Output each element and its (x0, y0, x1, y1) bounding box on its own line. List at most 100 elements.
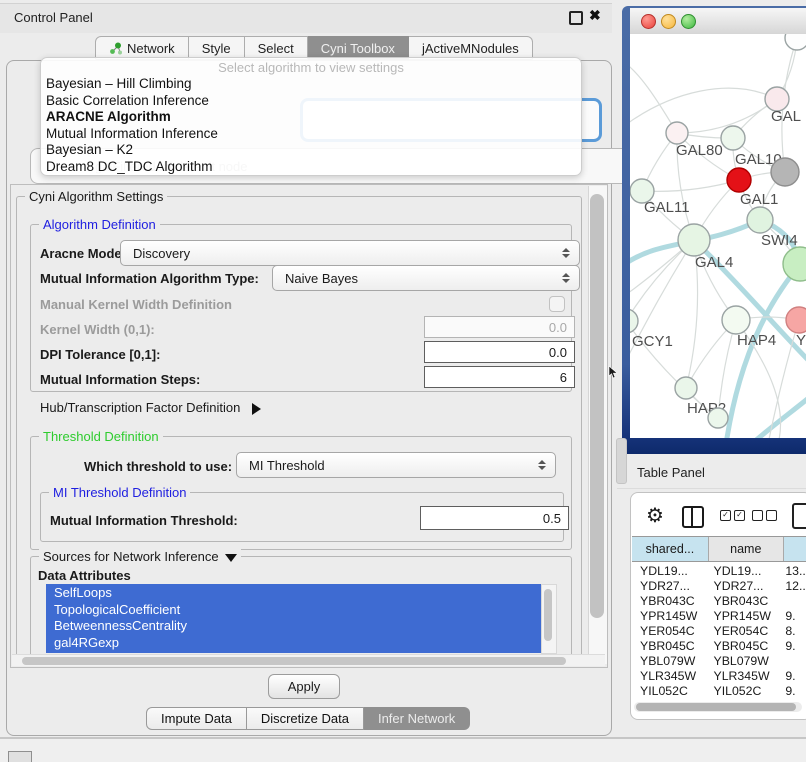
table-hscroll-thumb[interactable] (636, 703, 796, 711)
bottom-tab-impute-data[interactable]: Impute Data (146, 707, 247, 730)
network-node-gal10[interactable] (721, 126, 745, 150)
apply-button[interactable]: Apply (268, 674, 340, 699)
data-attribute-item[interactable]: gal4RGexp (54, 635, 548, 652)
attr-list-scrollbar-thumb[interactable] (544, 589, 552, 641)
network-node-gal80[interactable] (666, 122, 688, 144)
network-node[interactable] (708, 408, 728, 428)
bottom-tab-infer-network[interactable]: Infer Network (364, 707, 470, 730)
network-node[interactable] (785, 34, 806, 50)
table-cell: YDR27... (706, 579, 778, 594)
manual-kernel-checkbox[interactable] (549, 296, 565, 312)
kernel-width-field[interactable]: 0.0 (424, 316, 575, 338)
network-node-gcy1[interactable] (630, 309, 638, 333)
algorithm-menu-item[interactable]: Basic Correlation Inference (46, 93, 576, 110)
aracne-mode-combo[interactable]: Discovery (120, 240, 580, 266)
network-node-hap2[interactable] (675, 377, 697, 399)
network-edge[interactable] (642, 180, 739, 191)
which-threshold-combo[interactable]: MI Threshold (236, 452, 556, 478)
collapse-down-icon[interactable] (225, 554, 237, 562)
kernel-width-value: 0.0 (549, 320, 567, 335)
expand-right-icon[interactable] (252, 403, 261, 415)
network-node-label: GAL1 (740, 191, 778, 208)
network-node[interactable] (783, 247, 806, 281)
bottom-left-widget[interactable] (8, 751, 32, 762)
table-row[interactable]: YBR043CYBR043C (632, 594, 806, 609)
table-cell (777, 594, 806, 609)
network-edge[interactable] (630, 62, 677, 133)
algorithm-menu-item[interactable]: Bayesian – K2 (46, 142, 576, 159)
network-node-swi4[interactable] (747, 207, 773, 233)
mouse-cursor (608, 366, 618, 379)
deselect-all-checkboxes-icon[interactable] (752, 510, 777, 521)
network-window-titlebar[interactable] (630, 8, 806, 35)
panel-divider-handle[interactable] (616, 438, 627, 484)
table-cell: 12... (777, 579, 806, 594)
dpi-tolerance-label: DPI Tolerance [0,1]: (40, 347, 160, 362)
close-traffic-light-icon[interactable] (641, 14, 656, 29)
settings-horizontal-scrollbar[interactable] (12, 654, 605, 666)
table-cell: YBL079W (632, 654, 706, 669)
mi-threshold-field[interactable]: 0.5 (420, 506, 569, 530)
table-row[interactable]: YDL19...YDL19...13... (632, 564, 806, 579)
network-canvas[interactable]: GALGAL80GAL10GAL1GAL11SWI4GAL4GCY1HAP4YH… (630, 34, 806, 438)
network-node[interactable] (771, 158, 799, 186)
data-attribute-item[interactable]: TopologicalCoefficient (54, 602, 548, 619)
mi-threshold-label: Mutual Information Threshold: (50, 513, 238, 528)
data-attribute-item[interactable]: BetweennessCentrality (54, 618, 548, 635)
table-cell: YPR145W (632, 609, 706, 624)
hub-definition-toggle[interactable]: Hub/Transcription Factor Definition (40, 400, 261, 415)
columns-icon[interactable] (682, 506, 704, 528)
network-node-gal4[interactable] (678, 224, 710, 256)
column-header[interactable]: shared... (632, 537, 709, 561)
bottom-tab-discretize-data[interactable]: Discretize Data (247, 707, 364, 730)
mi-steps-field[interactable]: 6 (424, 366, 575, 388)
table-panel-title: Table Panel (637, 465, 705, 480)
zoom-traffic-light-icon[interactable] (681, 14, 696, 29)
network-node-y[interactable] (786, 307, 806, 333)
cyni-bottom-tabs: Impute DataDiscretize DataInfer Network (146, 707, 470, 730)
table-horizontal-scrollbar[interactable] (634, 702, 802, 712)
table-cell: 13... (777, 564, 806, 579)
table-row[interactable]: YIL052CYIL052C9. (632, 684, 806, 699)
network-edge-thick[interactable] (738, 392, 806, 438)
data-attributes-label: Data Attributes (38, 568, 131, 583)
network-icon (109, 42, 122, 55)
network-node-hap4[interactable] (722, 306, 750, 334)
column-header[interactable] (784, 537, 806, 561)
aracne-mode-label: Aracne Mode: (40, 246, 126, 261)
mi-type-combo[interactable]: Naive Bayes (272, 265, 580, 291)
table-row[interactable]: YDR27...YDR27...12... (632, 579, 806, 594)
algorithm-menu-item[interactable]: Dream8 DC_TDC Algorithm (46, 159, 576, 176)
mi-threshold-value: 0.5 (543, 511, 561, 526)
dpi-tolerance-field[interactable]: 0.0 (424, 341, 575, 363)
select-all-checkboxes-icon[interactable]: ✓✓ (720, 510, 745, 521)
minimize-traffic-light-icon[interactable] (661, 14, 676, 29)
hscroll-thumb[interactable] (22, 657, 566, 665)
manual-kernel-label: Manual Kernel Width Definition (40, 297, 232, 312)
table-row[interactable]: YBR045CYBR045C9. (632, 639, 806, 654)
data-attribute-item[interactable]: SelfLoops (54, 585, 548, 602)
float-window-icon[interactable] (569, 11, 583, 25)
data-attributes-list[interactable]: SelfLoopsTopologicalCoefficientBetweenne… (46, 584, 548, 653)
sources-title-text: Sources for Network Inference (43, 549, 219, 564)
table-row[interactable]: YLR345WYLR345W9. (632, 669, 806, 684)
network-node-label: HAP4 (737, 332, 776, 349)
algorithm-menu-item[interactable]: ARACNE Algorithm (46, 109, 576, 126)
gear-icon[interactable]: ⚙ (646, 503, 664, 528)
close-icon[interactable]: ✖ (589, 7, 601, 24)
network-node-label: SWI4 (761, 232, 798, 249)
algorithm-menu-item[interactable]: Mutual Information Inference (46, 126, 576, 143)
network-node-label: GAL4 (695, 254, 733, 271)
new-table-icon[interactable] (792, 503, 806, 529)
column-header[interactable]: name (709, 537, 784, 561)
algorithm-menu-item[interactable]: Bayesian – Hill Climbing (46, 76, 576, 93)
network-node-gal1[interactable] (727, 168, 751, 192)
settings-scrollbar-thumb[interactable] (590, 194, 604, 618)
attr-list-scrollbar[interactable] (541, 584, 557, 654)
mi-threshold-group-title: MI Threshold Definition (49, 485, 190, 500)
table-row[interactable]: YER054CYER054C8. (632, 624, 806, 639)
table-row[interactable]: YBL079WYBL079W (632, 654, 806, 669)
table-cell: 8. (777, 624, 806, 639)
table-cell: YBR043C (706, 594, 778, 609)
table-row[interactable]: YPR145WYPR145W9. (632, 609, 806, 624)
